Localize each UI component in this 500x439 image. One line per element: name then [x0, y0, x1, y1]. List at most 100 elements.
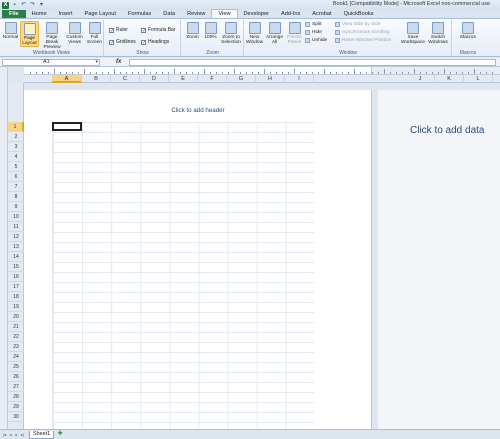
row-header-24[interactable]: 24: [8, 352, 24, 362]
gridlines-check-box[interactable]: ✓: [109, 39, 114, 45]
column-header-i[interactable]: I: [285, 75, 314, 83]
row-header-13[interactable]: 13: [8, 242, 24, 252]
ruler-check-box[interactable]: ✓: [109, 27, 114, 33]
headings-check-box[interactable]: ✓: [141, 39, 146, 45]
row-header-20[interactable]: 20: [8, 312, 24, 322]
row-header-12[interactable]: 12: [8, 232, 24, 242]
page-layout-view-button[interactable]: Page Layout: [20, 21, 39, 47]
zoom-to-selection-button[interactable]: Zoom to Selection: [219, 21, 243, 47]
row-header-11[interactable]: 11: [8, 222, 24, 232]
sheet-tab-sheet1[interactable]: Sheet1: [29, 430, 55, 439]
switch-windows-button[interactable]: Switch Windows: [426, 21, 450, 47]
synchronous-scrolling-button[interactable]: Synchronous Scrolling: [335, 30, 390, 35]
ruler-checkbox[interactable]: ✓ Ruler: [109, 27, 128, 33]
column-header-k[interactable]: K: [435, 75, 464, 83]
normal-view-button[interactable]: Normal: [1, 21, 20, 47]
excel-logo-icon[interactable]: X: [2, 1, 9, 9]
zoom-100-button[interactable]: 100%: [201, 21, 220, 47]
next-sheet-icon[interactable]: ▸: [14, 432, 19, 438]
formula-bar-checkbox[interactable]: ✓ Formula Bar: [141, 27, 176, 33]
row-header-7[interactable]: 7: [8, 182, 24, 192]
zoom-button[interactable]: Zoom: [183, 21, 202, 47]
row-header-22[interactable]: 22: [8, 332, 24, 342]
new-window-button[interactable]: New Window: [245, 21, 264, 47]
row-header-19[interactable]: 19: [8, 302, 24, 312]
column-header-c[interactable]: C: [111, 75, 140, 83]
split-button[interactable]: Split: [305, 22, 321, 27]
row-header-28[interactable]: 28: [8, 392, 24, 402]
row-header-9[interactable]: 9: [8, 202, 24, 212]
tab-home[interactable]: Home: [26, 10, 53, 18]
add-data-placeholder[interactable]: Click to add data: [410, 125, 485, 136]
tab-data[interactable]: Data: [157, 10, 181, 18]
row-header-29[interactable]: 29: [8, 402, 24, 412]
column-header-g[interactable]: G: [227, 75, 256, 83]
row-header-1[interactable]: 1: [8, 122, 24, 132]
active-cell-a1[interactable]: [52, 122, 82, 131]
tab-file[interactable]: File: [2, 10, 26, 18]
row-header-25[interactable]: 25: [8, 362, 24, 372]
first-sheet-icon[interactable]: |◂: [2, 432, 7, 438]
page-break-preview-button[interactable]: Page Break Preview: [40, 21, 64, 50]
tab-insert[interactable]: Insert: [53, 10, 79, 18]
save-icon[interactable]: ▪: [11, 2, 18, 9]
formula-bar-check-box[interactable]: ✓: [141, 27, 146, 33]
row-header-8[interactable]: 8: [8, 192, 24, 202]
insert-function-icon[interactable]: fx: [116, 59, 121, 65]
last-sheet-icon[interactable]: ▸|: [20, 432, 25, 438]
column-header-l[interactable]: L: [464, 75, 493, 83]
row-header-21[interactable]: 21: [8, 322, 24, 332]
row-header-2[interactable]: 2: [8, 132, 24, 142]
tab-quickbooks[interactable]: QuickBooks: [338, 10, 380, 18]
arrange-all-button[interactable]: Arrange All: [265, 21, 284, 47]
row-header-30[interactable]: 30: [8, 412, 24, 422]
row-header-23[interactable]: 23: [8, 342, 24, 352]
tab-review[interactable]: Review: [181, 10, 211, 18]
view-side-by-side-button[interactable]: View Side by Side: [335, 22, 381, 27]
header-placeholder[interactable]: Click to add header: [24, 107, 372, 114]
column-header-a[interactable]: A: [52, 75, 82, 83]
row-header-5[interactable]: 5: [8, 162, 24, 172]
name-box[interactable]: A1 ▾: [2, 58, 100, 66]
column-header-e[interactable]: E: [169, 75, 198, 83]
cell-grid[interactable]: [52, 122, 314, 429]
headings-checkbox[interactable]: ✓ Headings: [141, 39, 169, 45]
reset-window-position-button[interactable]: Reset Window Position: [335, 38, 391, 43]
row-header-18[interactable]: 18: [8, 292, 24, 302]
redo-icon[interactable]: ↷: [29, 2, 36, 9]
formula-input[interactable]: [129, 58, 496, 66]
column-header-b[interactable]: B: [82, 75, 111, 83]
full-screen-button[interactable]: Full Screen: [85, 21, 104, 47]
column-header-h[interactable]: H: [256, 75, 285, 83]
macros-button[interactable]: Macros: [457, 21, 479, 47]
hide-button[interactable]: Hide: [305, 30, 322, 35]
name-box-dropdown-icon[interactable]: ▾: [95, 59, 98, 65]
column-header-j[interactable]: J: [406, 75, 435, 83]
row-header-3[interactable]: 3: [8, 142, 24, 152]
save-workspace-button[interactable]: Save Workspace: [401, 21, 425, 47]
column-header-f[interactable]: F: [198, 75, 227, 83]
unhide-button[interactable]: Unhide: [305, 38, 327, 43]
prev-sheet-icon[interactable]: ◂: [8, 432, 13, 438]
row-header-10[interactable]: 10: [8, 212, 24, 222]
tab-view[interactable]: View: [211, 9, 238, 18]
gridlines-checkbox[interactable]: ✓ Gridlines: [109, 39, 136, 45]
custom-views-button[interactable]: Custom Views: [65, 21, 84, 47]
tab-formulas[interactable]: Formulas: [122, 10, 157, 18]
row-header-27[interactable]: 27: [8, 382, 24, 392]
freeze-panes-button[interactable]: Freeze Panes: [285, 21, 304, 47]
tab-acrobat[interactable]: Acrobat: [306, 10, 337, 18]
tab-page-layout[interactable]: Page Layout: [79, 10, 122, 18]
row-header-14[interactable]: 14: [8, 252, 24, 262]
undo-icon[interactable]: ↶: [20, 2, 27, 9]
row-header-26[interactable]: 26: [8, 372, 24, 382]
insert-sheet-icon[interactable]: ✚: [56, 431, 64, 438]
row-header-6[interactable]: 6: [8, 172, 24, 182]
tab-add-ins[interactable]: Add-Ins: [275, 10, 306, 18]
row-header-4[interactable]: 4: [8, 152, 24, 162]
row-header-16[interactable]: 16: [8, 272, 24, 282]
row-header-15[interactable]: 15: [8, 262, 24, 272]
column-header-d[interactable]: D: [140, 75, 169, 83]
row-header-17[interactable]: 17: [8, 282, 24, 292]
tab-developer[interactable]: Developer: [238, 10, 276, 18]
